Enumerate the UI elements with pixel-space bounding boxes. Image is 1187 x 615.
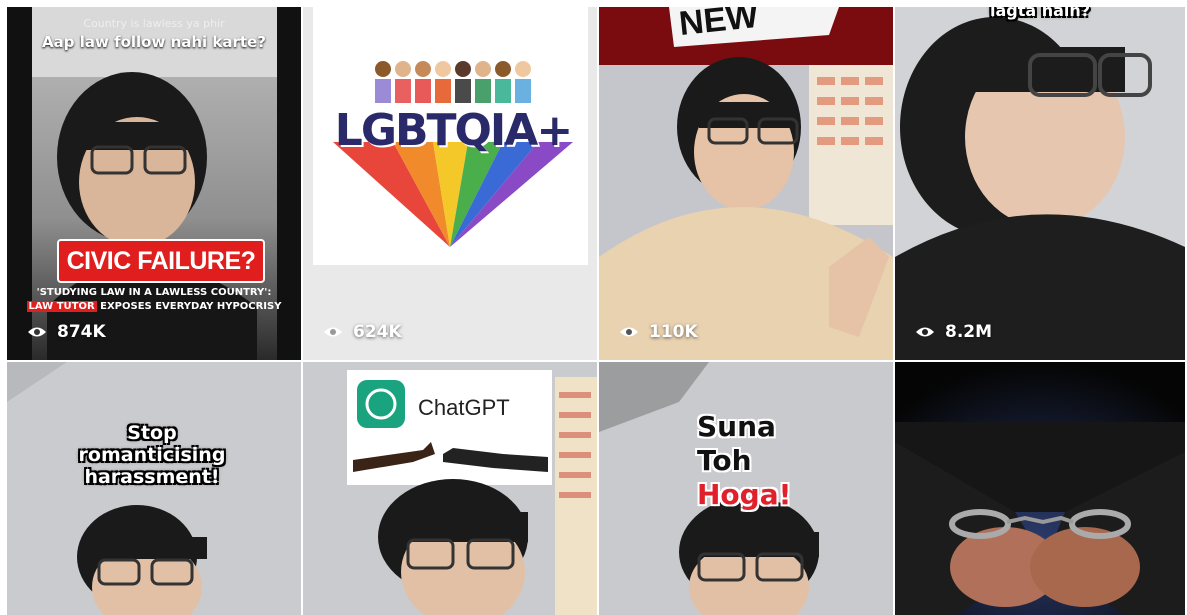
view-count-text: 110K — [649, 322, 698, 342]
video-tile-3[interactable]: NEW 110K — [599, 7, 893, 360]
view-count-1: 874K — [27, 322, 106, 342]
subtitle-rest: EXPOSES EVERYDAY HYPOCRISY — [96, 301, 282, 312]
eye-icon — [324, 327, 342, 337]
subtitle-line-2: LAW TUTOR EXPOSES EVERYDAY HYPOCRISY — [7, 301, 301, 312]
caption-top-small: Country is lawless ya phir — [83, 17, 225, 30]
eye-icon — [620, 327, 638, 337]
caption-line-1: Suna — [697, 410, 776, 443]
headline-banner: CIVIC FAILURE? — [57, 239, 265, 283]
view-count-text: 8.2M — [945, 322, 993, 342]
video-tile-8[interactable] — [895, 362, 1185, 615]
video-tile-5[interactable]: Stop romanticising harassment! — [7, 362, 301, 615]
video-grid: Country is lawless ya phir Aap law follo… — [0, 0, 1187, 615]
video-tile-2[interactable]: LGBTQIA+ 624K — [303, 7, 597, 360]
video-thumbnail-2 — [313, 7, 588, 265]
overlay-caption: Stop romanticising harassment! — [78, 422, 226, 488]
video-thumbnail-8 — [895, 362, 1185, 615]
subtitle-highlight: LAW TUTOR — [26, 301, 97, 312]
video-thumbnail-5 — [7, 362, 301, 615]
caption-top: lagta hain? — [989, 7, 1091, 20]
video-thumbnail-4 — [895, 7, 1185, 360]
caption-line-2: Toh — [697, 444, 752, 477]
video-tile-7[interactable]: Suna Toh Hoga! — [599, 362, 893, 615]
view-count-4: 8.2M — [915, 322, 992, 342]
video-tile-1[interactable]: Country is lawless ya phir Aap law follo… — [7, 7, 301, 360]
overlay-caption: Suna Toh Hoga! — [697, 410, 791, 512]
eye-icon — [916, 327, 934, 337]
video-tile-4[interactable]: lagta hain? 8.2M — [895, 7, 1185, 360]
lgbtqia-logo-text: LGBTQIA+ — [334, 105, 573, 156]
video-thumbnail-3 — [599, 7, 893, 360]
view-count-3: 110K — [619, 322, 698, 342]
view-count-text: 624K — [353, 322, 402, 342]
headline-banner-text: CIVIC FAILURE? — [66, 247, 256, 275]
subtitle-line-1: 'STUDYING LAW IN A LAWLESS COUNTRY': — [36, 287, 272, 298]
view-count-text: 874K — [57, 322, 106, 342]
caption-top: Aap law follow nahi karte? — [42, 33, 266, 51]
eye-icon — [28, 327, 46, 337]
caption-line-3: Hoga! — [697, 478, 792, 511]
view-count-2: 624K — [323, 322, 402, 342]
video-tile-6[interactable]: ChatGPT — [303, 362, 597, 615]
chatgpt-logo-text: ChatGPT — [418, 395, 510, 420]
